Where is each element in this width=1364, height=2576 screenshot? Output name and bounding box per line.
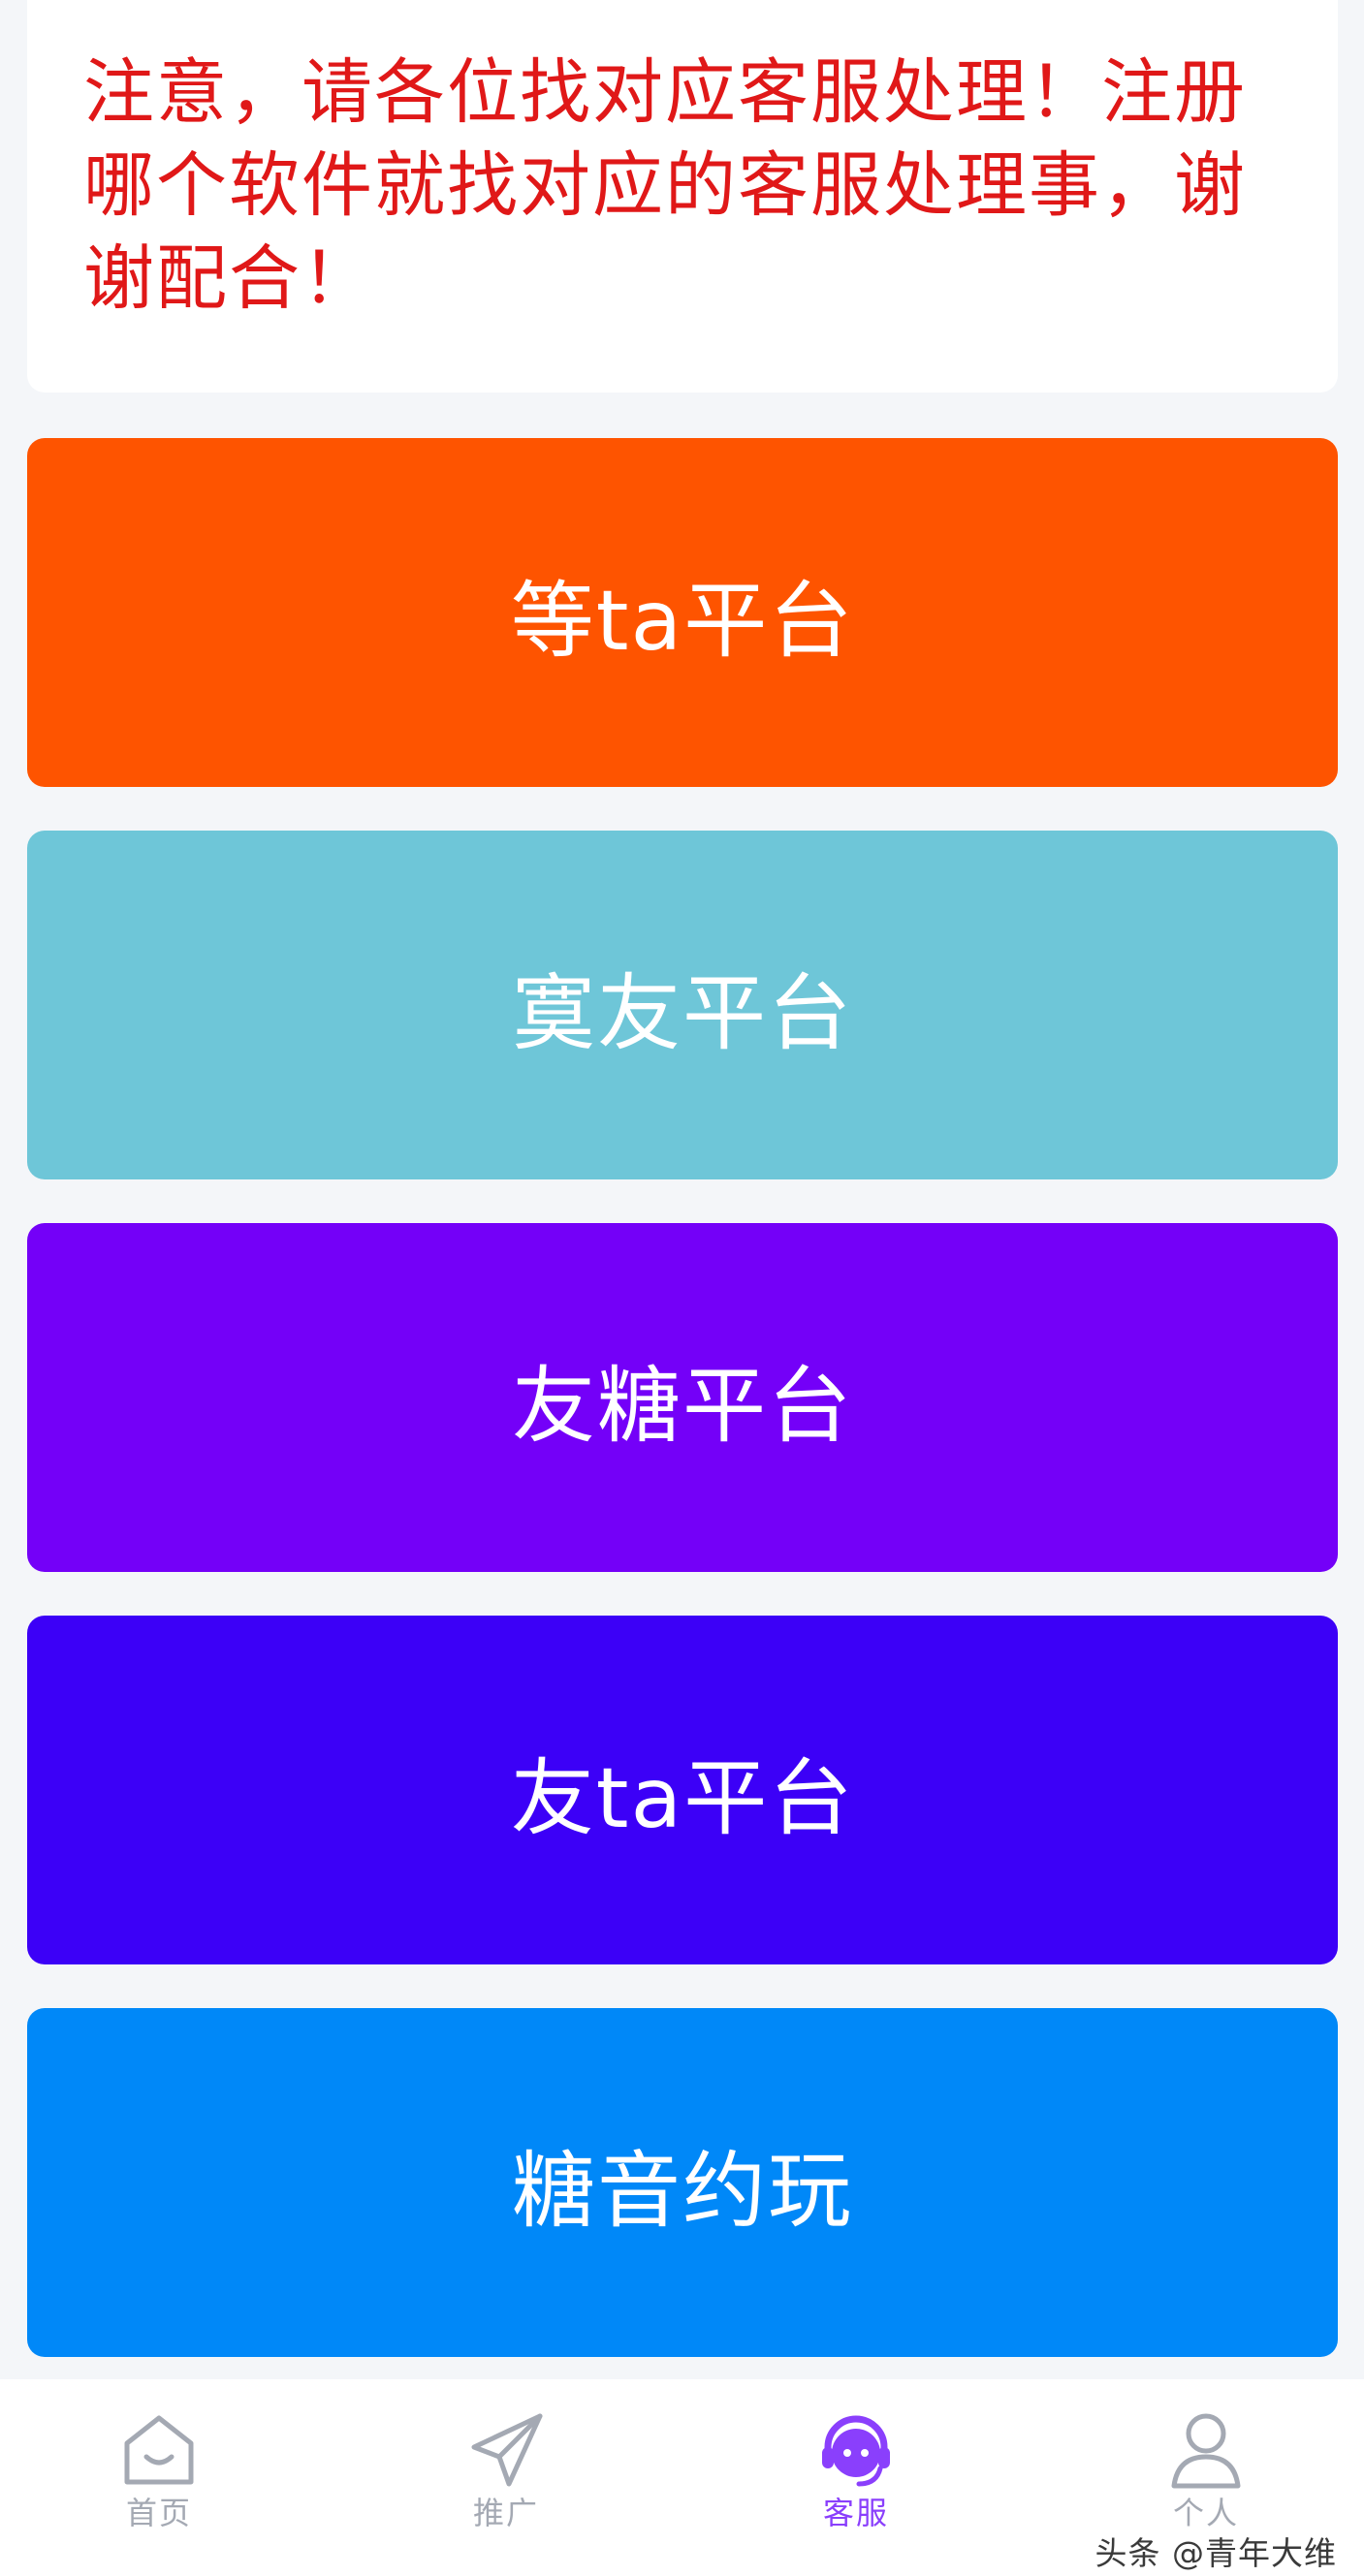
tab-customer-service-label: 客服	[822, 2495, 889, 2531]
notice-card: 注意，请各位找对应客服处理！注册哪个软件就找对应的客服处理事，谢谢配合！	[27, 0, 1338, 393]
user-icon	[1171, 2413, 1241, 2489]
tab-customer-service[interactable]: 客服	[759, 2408, 953, 2554]
platform-button-moyou[interactable]: 寞友平台	[27, 831, 1338, 1179]
tab-profile-label: 个人	[1172, 2495, 1239, 2531]
headset-icon	[822, 2415, 890, 2487]
tab-home-label: 首页	[125, 2495, 192, 2531]
tab-promote[interactable]: 推广	[409, 2408, 603, 2554]
home-icon	[124, 2415, 194, 2485]
notice-text: 注意，请各位找对应客服处理！注册哪个软件就找对应的客服处理事，谢谢配合！	[83, 51, 1247, 320]
customer-service-page: 注意，请各位找对应客服处理！注册哪个软件就找对应的客服处理事，谢谢配合！ 等ta…	[0, 0, 1364, 2576]
platform-button-tangyin[interactable]: 糖音约玩	[27, 2008, 1338, 2357]
platform-list: 等ta平台 寞友平台 友糖平台 友ta平台 糖音约玩	[27, 438, 1338, 2357]
watermark: 头条 @青年大维	[1094, 2534, 1337, 2572]
tab-home[interactable]: 首页	[62, 2408, 256, 2554]
platform-button-youta[interactable]: 友ta平台	[27, 1616, 1338, 1964]
platform-button-youtang[interactable]: 友糖平台	[27, 1223, 1338, 1572]
paper-plane-icon	[471, 2413, 543, 2487]
tab-promote-label: 推广	[472, 2495, 539, 2531]
platform-button-dengta[interactable]: 等ta平台	[27, 438, 1338, 787]
tab-profile[interactable]: 个人	[1109, 2408, 1303, 2554]
